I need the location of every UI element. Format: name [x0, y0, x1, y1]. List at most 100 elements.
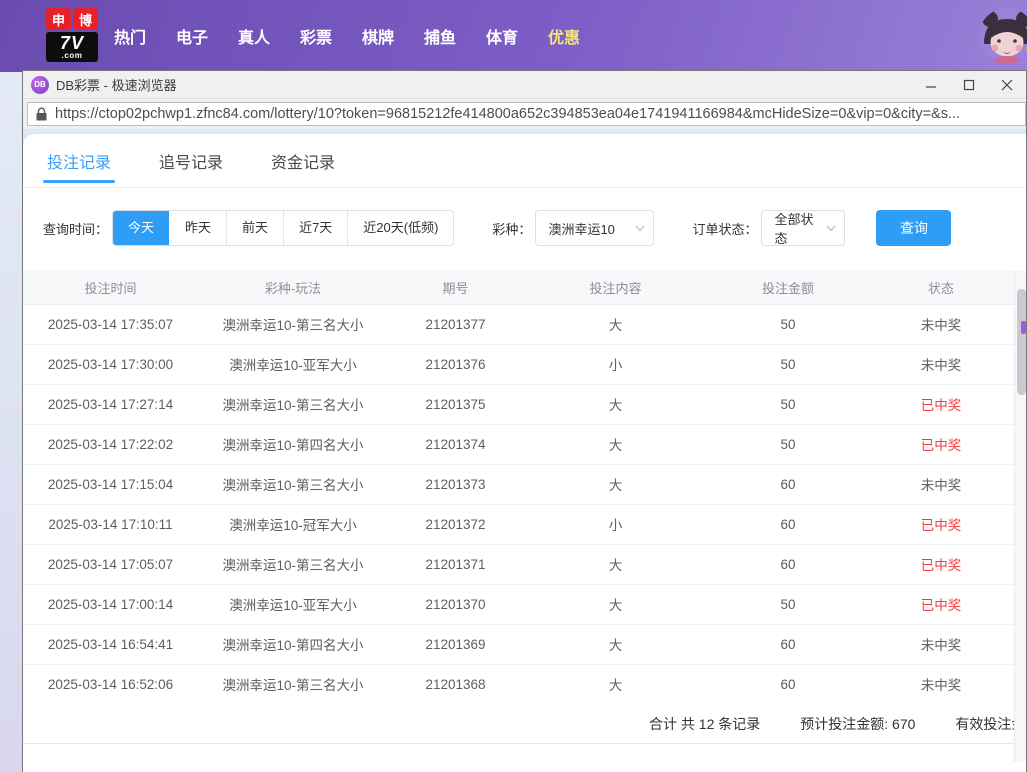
nav-item-lottery[interactable]: 彩票	[299, 24, 333, 48]
cell-bet-amount: 60	[708, 504, 868, 544]
cell-bet-content: 大	[523, 464, 708, 504]
window-controls	[912, 71, 1026, 98]
avatar-image	[979, 8, 1027, 64]
cell-bet-time: 2025-03-14 17:15:04	[23, 464, 198, 504]
cell-bet-amount: 60	[708, 624, 868, 664]
nav-item-cards[interactable]: 棋牌	[361, 24, 395, 48]
query-button[interactable]: 查询	[876, 210, 951, 246]
table-row[interactable]: 2025-03-14 16:54:41 澳洲幸运10-第四名大小 2120136…	[23, 624, 1014, 664]
cell-bet-amount: 60	[708, 464, 868, 504]
user-avatar[interactable]	[979, 8, 1027, 64]
col-bet-time: 投注时间	[23, 271, 198, 304]
cell-bet-amount: 50	[708, 384, 868, 424]
time-option-yesterday[interactable]: 昨天	[169, 211, 226, 245]
chevron-down-icon	[635, 225, 645, 232]
tab-chase-records[interactable]: 追号记录	[157, 134, 225, 187]
cell-lottery-play: 澳洲幸运10-第三名大小	[198, 544, 388, 584]
scrollbar-thumb[interactable]	[1017, 289, 1026, 395]
minimize-button[interactable]	[912, 71, 950, 98]
time-option-7days[interactable]: 近7天	[283, 211, 347, 245]
cell-lottery-play: 澳洲幸运10-第四名大小	[198, 624, 388, 664]
cell-lottery-play: 澳洲幸运10-亚军大小	[198, 584, 388, 624]
cell-bet-amount: 50	[708, 424, 868, 464]
col-status: 状态	[868, 271, 1014, 304]
site-logo[interactable]: 申 博 7V .com	[46, 8, 98, 62]
cell-bet-content: 大	[523, 424, 708, 464]
nav-item-fishing[interactable]: 捕鱼	[423, 24, 457, 48]
cell-bet-time: 2025-03-14 17:10:11	[23, 504, 198, 544]
site-nav: 热门 电子 真人 彩票 棋牌 捕鱼 体育 优惠	[113, 24, 581, 48]
screen: 申 博 7V .com 热门 电子 真人 彩票 棋牌 捕鱼 体育 优惠	[0, 0, 1027, 772]
tab-fund-records[interactable]: 资金记录	[269, 134, 337, 187]
time-option-day-before[interactable]: 前天	[226, 211, 283, 245]
cell-status: 未中奖	[868, 304, 1014, 344]
logo-char-1: 申	[46, 8, 71, 30]
cell-lottery-play: 澳洲幸运10-冠军大小	[198, 504, 388, 544]
cell-issue: 21201368	[388, 664, 523, 704]
tabs-bar: 投注记录 追号记录 资金记录	[23, 134, 1026, 188]
url-bar[interactable]: https://ctop02pchwp1.zfnc84.com/lottery/…	[27, 102, 1026, 126]
cell-bet-amount: 60	[708, 664, 868, 704]
lottery-select[interactable]: 澳洲幸运10	[535, 210, 654, 246]
time-filter-group: 今天 昨天 前天 近7天 近20天(低频)	[112, 210, 454, 246]
table-row[interactable]: 2025-03-14 17:35:07 澳洲幸运10-第三名大小 2120137…	[23, 304, 1014, 344]
cell-issue: 21201371	[388, 544, 523, 584]
cell-bet-time: 2025-03-14 16:52:06	[23, 664, 198, 704]
cell-bet-time: 2025-03-14 17:05:07	[23, 544, 198, 584]
cell-bet-time: 2025-03-14 16:54:41	[23, 624, 198, 664]
cell-issue: 21201369	[388, 624, 523, 664]
cell-bet-content: 大	[523, 304, 708, 344]
cell-bet-amount: 60	[708, 544, 868, 584]
cell-bet-time: 2025-03-14 17:30:00	[23, 344, 198, 384]
maximize-icon	[963, 79, 975, 91]
order-status-value: 全部状态	[774, 209, 818, 247]
order-status-select[interactable]: 全部状态	[761, 210, 845, 246]
cell-lottery-play: 澳洲幸运10-亚军大小	[198, 344, 388, 384]
table-body: 2025-03-14 17:35:07 澳洲幸运10-第三名大小 2120137…	[23, 304, 1014, 704]
cell-lottery-play: 澳洲幸运10-第四名大小	[198, 424, 388, 464]
table-row[interactable]: 2025-03-14 17:05:07 澳洲幸运10-第三名大小 2120137…	[23, 544, 1014, 584]
browser-favicon-icon: DB	[31, 76, 49, 94]
nav-item-sports[interactable]: 体育	[485, 24, 519, 48]
nav-item-hot[interactable]: 热门	[113, 24, 147, 48]
table-row[interactable]: 2025-03-14 17:00:14 澳洲幸运10-亚军大小 21201370…	[23, 584, 1014, 624]
nav-item-live[interactable]: 真人	[237, 24, 271, 48]
cell-status: 未中奖	[868, 464, 1014, 504]
summary-row: 合计 共 12 条记录 预计投注金额: 670 有效投注金额	[23, 704, 1026, 744]
cell-issue: 21201372	[388, 504, 523, 544]
cell-status: 未中奖	[868, 664, 1014, 704]
site-header: 申 博 7V .com 热门 电子 真人 彩票 棋牌 捕鱼 体育 优惠	[0, 0, 1027, 72]
logo-main: 7V	[46, 32, 98, 52]
table-row[interactable]: 2025-03-14 17:30:00 澳洲幸运10-亚军大小 21201376…	[23, 344, 1014, 384]
table-row[interactable]: 2025-03-14 17:10:11 澳洲幸运10-冠军大小 21201372…	[23, 504, 1014, 544]
cell-bet-content: 大	[523, 384, 708, 424]
tab-bet-records[interactable]: 投注记录	[45, 134, 113, 187]
lottery-filter-label: 彩种：	[492, 219, 531, 238]
time-option-20days[interactable]: 近20天(低频)	[347, 211, 453, 245]
table-row[interactable]: 2025-03-14 17:22:02 澳洲幸运10-第四名大小 2120137…	[23, 424, 1014, 464]
logo-box: 7V .com	[46, 32, 98, 62]
logo-char-2: 博	[73, 8, 98, 30]
cell-bet-time: 2025-03-14 17:27:14	[23, 384, 198, 424]
scrollbar[interactable]	[1014, 271, 1026, 762]
table-row[interactable]: 2025-03-14 16:52:06 澳洲幸运10-第三名大小 2120136…	[23, 664, 1014, 704]
cell-lottery-play: 澳洲幸运10-第三名大小	[198, 384, 388, 424]
table-row[interactable]: 2025-03-14 17:27:14 澳洲幸运10-第三名大小 2120137…	[23, 384, 1014, 424]
nav-item-electronic[interactable]: 电子	[175, 24, 209, 48]
window-titlebar[interactable]: DB DB彩票 - 极速浏览器	[23, 71, 1026, 99]
table-row[interactable]: 2025-03-14 17:15:04 澳洲幸运10-第三名大小 2120137…	[23, 464, 1014, 504]
cell-bet-time: 2025-03-14 17:22:02	[23, 424, 198, 464]
cell-bet-content: 大	[523, 544, 708, 584]
time-option-today[interactable]: 今天	[113, 211, 169, 245]
cell-issue: 21201375	[388, 384, 523, 424]
cell-bet-amount: 50	[708, 344, 868, 384]
cell-bet-amount: 50	[708, 304, 868, 344]
cell-lottery-play: 澳洲幸运10-第三名大小	[198, 464, 388, 504]
summary-total: 合计 共 12 条记录	[649, 714, 760, 734]
minimize-icon	[925, 79, 937, 91]
close-button[interactable]	[988, 71, 1026, 98]
window-title: DB彩票 - 极速浏览器	[56, 75, 177, 94]
cell-bet-time: 2025-03-14 17:35:07	[23, 304, 198, 344]
maximize-button[interactable]	[950, 71, 988, 98]
nav-item-promo[interactable]: 优惠	[547, 24, 581, 48]
